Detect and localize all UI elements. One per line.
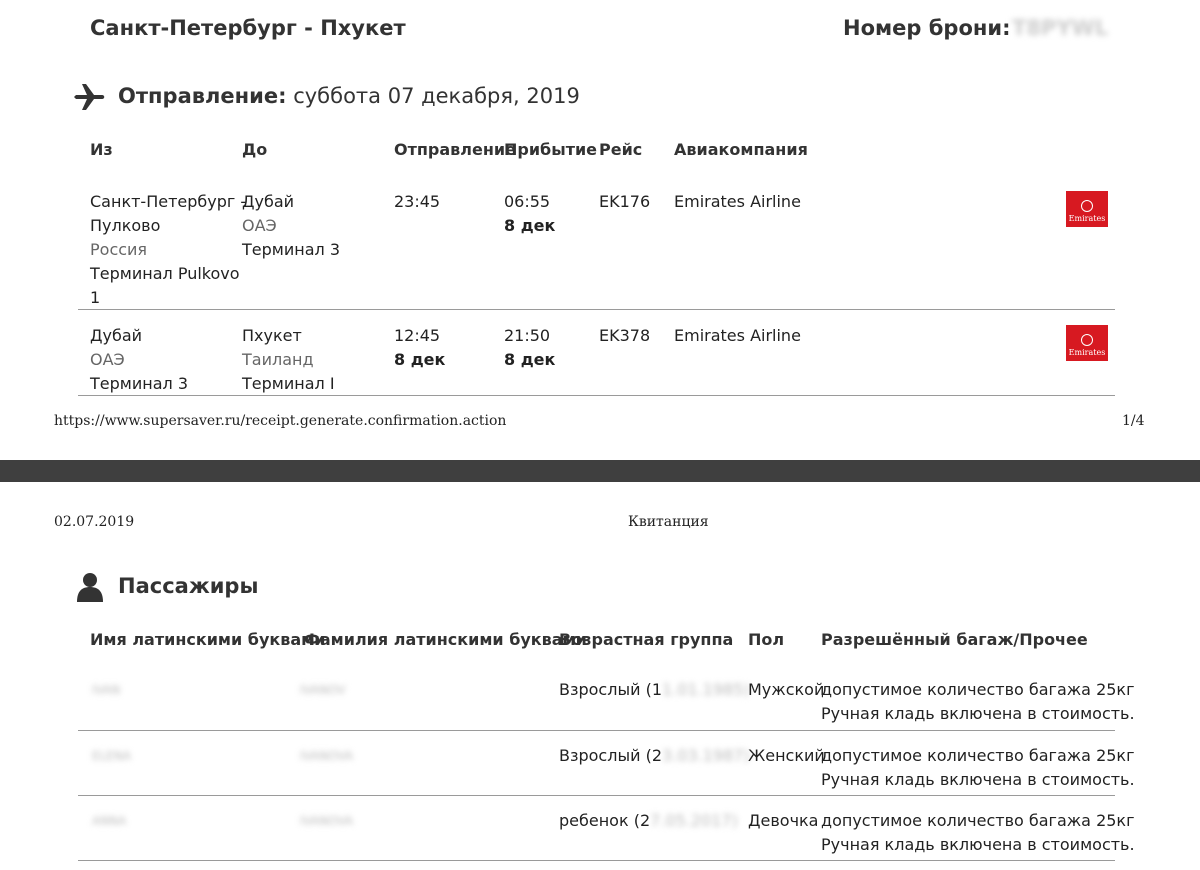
- arrival-time: 06:55: [504, 192, 551, 211]
- from-terminal: Терминал Pulkovo: [90, 264, 240, 283]
- passenger-baggage: допустимое количество багажа 25кг Ручная…: [821, 678, 1135, 726]
- col-header-flight: Рейс: [599, 140, 643, 159]
- from-cell: Дубай ОАЭ Терминал 3: [90, 324, 188, 396]
- receipt-page-2: 02.07.2019 Квитанция Пассажиры Имя латин…: [0, 482, 1200, 870]
- col-header-from: Из: [90, 140, 113, 159]
- from-city: Санкт-Петербург -: [90, 192, 247, 211]
- age-group-text: Взрослый (1: [559, 680, 662, 699]
- passenger-last-name: IVANOVA: [300, 749, 354, 763]
- airplane-icon: [74, 84, 105, 110]
- row-divider: [78, 860, 1115, 861]
- document-title: Квитанция: [628, 514, 709, 530]
- baggage-allowance: допустимое количество багажа 25кг: [821, 811, 1135, 830]
- passenger-first-name: ANNA: [92, 814, 127, 828]
- col-header-last-name: Фамилия латинскими буквами: [304, 630, 587, 649]
- to-city: Дубай: [242, 192, 295, 211]
- emirates-logo: Emirates: [1066, 191, 1108, 227]
- col-header-baggage: Разрешённый багаж/Прочее: [821, 630, 1088, 649]
- to-terminal: Терминал I: [242, 374, 335, 393]
- col-header-arrival: Прибытие: [504, 140, 598, 159]
- logo-text: Emirates: [1068, 214, 1106, 223]
- passenger-first-name: IVAN: [92, 683, 121, 697]
- age-group-text: Взрослый (2: [559, 746, 662, 765]
- route-title: Санкт-Петербург - Пхукет: [90, 16, 406, 40]
- footer-url: https://www.supersaver.ru/receipt.genera…: [54, 413, 507, 429]
- passenger-baggage: допустимое количество багажа 25кг Ручная…: [821, 744, 1135, 792]
- arrival-cell: 21:50 8 дек: [504, 324, 555, 372]
- passenger-age-group: ребенок (27.05.2017): [559, 809, 738, 833]
- col-header-to: До: [242, 140, 268, 159]
- col-header-first-name: Имя латинскими буквами: [90, 630, 326, 649]
- arrival-cell: 06:55 8 дек: [504, 190, 555, 238]
- age-group-birthdate: 7.05.2017): [650, 811, 738, 830]
- emirates-emblem-icon: [1081, 200, 1093, 212]
- passenger-last-name: IVANOV: [300, 683, 346, 697]
- passengers-heading: Пассажиры: [118, 574, 259, 598]
- age-group-text: ребенок (2: [559, 811, 651, 830]
- col-header-departure: Отправление: [394, 140, 516, 159]
- departure-time: 23:45: [394, 192, 441, 211]
- logo-text: Emirates: [1068, 348, 1106, 357]
- flight-number: EK176: [599, 192, 651, 211]
- booking-number-label: Номер брони:: [843, 16, 1011, 40]
- row-divider: [78, 795, 1115, 796]
- departure-cell: 23:45: [394, 190, 440, 214]
- row-divider: [78, 309, 1115, 310]
- from-country: Россия: [90, 240, 148, 259]
- age-group-birthdate: 1.01.1985): [662, 680, 750, 699]
- footer-page-number: 1/4: [1122, 413, 1145, 429]
- departure-heading: Отправление: суббота 07 декабря, 2019: [118, 84, 580, 108]
- arrival-date: 8 дек: [504, 216, 556, 235]
- to-city: Пхукет: [242, 326, 302, 345]
- carry-on-note: Ручная кладь включена в стоимость.: [821, 835, 1135, 854]
- to-terminal: Терминал 3: [242, 240, 340, 259]
- carry-on-note: Ручная кладь включена в стоимость.: [821, 704, 1135, 723]
- row-divider: [78, 730, 1115, 731]
- departure-cell: 12:45 8 дек: [394, 324, 445, 372]
- passenger-sex: Мужской: [748, 680, 825, 699]
- emirates-emblem-icon: [1081, 334, 1093, 346]
- row-divider: [78, 395, 1115, 396]
- departure-label: Отправление:: [118, 84, 287, 108]
- passenger-first-name: ELENA: [92, 749, 132, 763]
- passenger-sex: Женский: [748, 746, 825, 765]
- departure-date: 8 дек: [394, 350, 446, 369]
- emirates-logo: Emirates: [1066, 325, 1108, 361]
- passenger-last-name: IVANOVA: [300, 814, 354, 828]
- baggage-allowance: допустимое количество багажа 25кг: [821, 680, 1135, 699]
- carry-on-note: Ручная кладь включена в стоимость.: [821, 770, 1135, 789]
- airline-name: Emirates Airline: [674, 192, 801, 211]
- to-country: ОАЭ: [242, 216, 277, 235]
- passenger-age-group: Взрослый (11.01.1985): [559, 678, 750, 702]
- airline-name: Emirates Airline: [674, 326, 801, 345]
- from-terminal: Терминал 3: [90, 374, 188, 393]
- departure-date: суббота 07 декабря, 2019: [293, 84, 580, 108]
- arrival-date: 8 дек: [504, 350, 556, 369]
- baggage-allowance: допустимое количество багажа 25кг: [821, 746, 1135, 765]
- person-icon: [77, 573, 103, 602]
- to-cell: Пхукет Таиланд Терминал I: [242, 324, 335, 396]
- from-cell: Санкт-Петербург - Пулково Россия Термина…: [90, 190, 246, 310]
- from-city: Дубай: [90, 326, 143, 345]
- print-date: 02.07.2019: [54, 514, 135, 530]
- flight-number: EK378: [599, 326, 651, 345]
- to-country: Таиланд: [242, 350, 314, 369]
- receipt-page-1: Санкт-Петербург - Пхукет Номер брони: T8…: [0, 0, 1200, 460]
- col-header-airline: Авиакомпания: [674, 140, 808, 159]
- from-country: ОАЭ: [90, 350, 125, 369]
- passenger-baggage: допустимое количество багажа 25кг Ручная…: [821, 809, 1135, 857]
- col-header-age-group: Возрастная группа: [559, 630, 734, 649]
- age-group-birthdate: 3.03.1987): [662, 746, 750, 765]
- from-terminal-cont: 1: [90, 288, 101, 307]
- booking-number-value: T8PYWL: [1012, 16, 1109, 40]
- to-cell: Дубай ОАЭ Терминал 3: [242, 190, 340, 262]
- passenger-sex: Девочка: [748, 811, 819, 830]
- col-header-sex: Пол: [748, 630, 785, 649]
- arrival-time: 21:50: [504, 326, 551, 345]
- passenger-age-group: Взрослый (23.03.1987): [559, 744, 750, 768]
- from-city-cont: Пулково: [90, 216, 161, 235]
- departure-time: 12:45: [394, 326, 441, 345]
